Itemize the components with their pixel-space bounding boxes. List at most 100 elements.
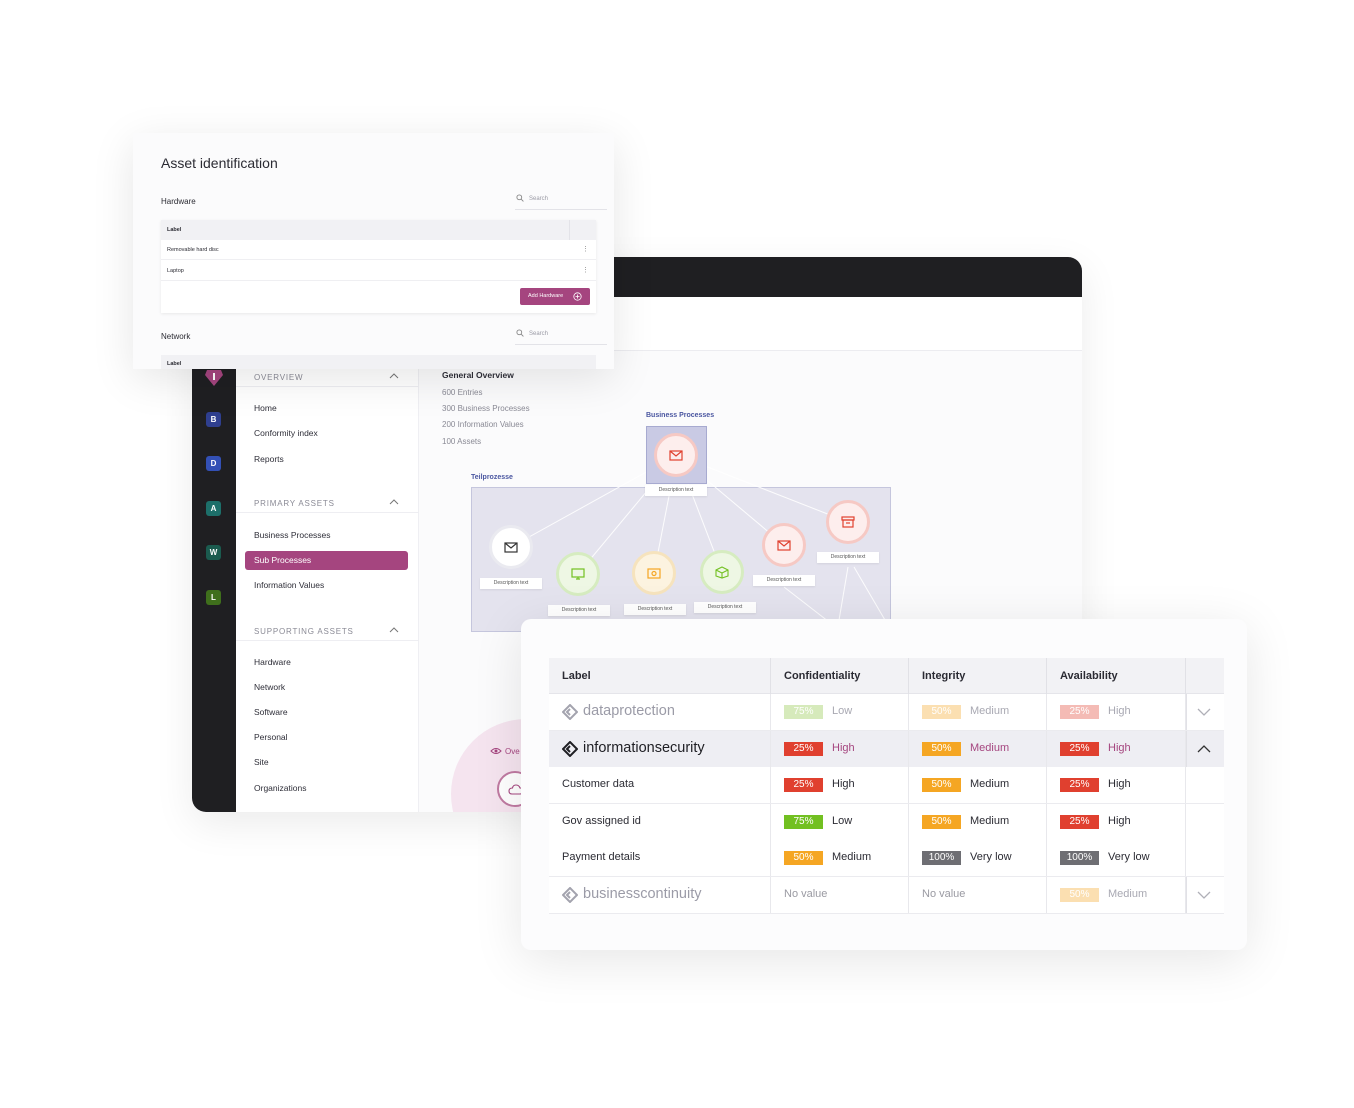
archive-icon <box>841 516 855 528</box>
group-row-dataprotection[interactable]: dataprotection 75% Low 50% Medium 25% High <box>549 694 1224 731</box>
rail-button-w[interactable]: W <box>206 545 221 560</box>
rating-cell: 100% Very low <box>1047 840 1186 877</box>
more-options-icon[interactable]: ⋮ <box>582 245 589 253</box>
node-description: Description text <box>645 485 707 496</box>
rating-level: Medium <box>970 741 1010 754</box>
rating-badge: 25% <box>1060 741 1099 756</box>
table-row[interactable]: Gov assigned id 75% Low 50% Medium 25% High <box>549 803 1224 841</box>
row-label-cell: Gov assigned id <box>549 803 771 840</box>
rating-level: Very low <box>970 851 1012 864</box>
row-label: Laptop <box>167 268 184 274</box>
row-label: Payment details <box>562 851 641 864</box>
hardware-table-header: Label <box>161 220 596 240</box>
group-row-informationsecurity[interactable]: informationsecurity 25% High 50% Medium 25% Hi… <box>549 730 1224 768</box>
chevron-down-icon[interactable] <box>1197 889 1211 901</box>
rating-badge: 50% <box>922 705 961 719</box>
rating-cell: 100% Very low <box>909 840 1047 877</box>
group-label-cell: dataprotection <box>549 694 771 730</box>
asset-identification-card: Asset identification Hardware Search Lab… <box>133 133 614 369</box>
rating-level: Low <box>832 814 853 827</box>
rail-button-b[interactable]: B <box>206 412 221 427</box>
row-label-cell: Payment details <box>549 840 771 877</box>
rail-button-l[interactable]: L <box>206 590 221 605</box>
category-diamond-icon <box>562 887 578 903</box>
add-hardware-label: Add Hardware <box>528 293 564 299</box>
subprocess-node-5[interactable] <box>762 523 806 567</box>
rating-cell: 25% High <box>1047 730 1186 767</box>
node-description: Description text <box>548 605 610 616</box>
rating-badge: 25% <box>1060 814 1099 829</box>
rating-cell: 25% High <box>771 767 909 804</box>
subprocess-node-1[interactable] <box>489 525 533 569</box>
business-process-node[interactable] <box>654 433 698 477</box>
rating-badge: 25% <box>1060 778 1099 793</box>
rating-badge: 100% <box>922 851 961 866</box>
rating-badge: 50% <box>922 778 961 793</box>
group-row-businesscontinuity[interactable]: businesscontinuity No value No value 50% Med… <box>549 877 1224 914</box>
row-label: Removable hard disc <box>167 247 219 253</box>
row-label: Gov assigned id <box>562 814 641 827</box>
more-options-icon[interactable]: ⋮ <box>582 266 589 274</box>
table-row[interactable]: Customer data 25% High 50% Medium 25% High <box>549 767 1224 805</box>
box-icon <box>715 565 729 579</box>
rating-level: High <box>1108 705 1131 717</box>
cia-rating-card: Label Confidentiality Integrity Availabi… <box>521 619 1247 950</box>
rating-cell: 25% High <box>1047 694 1186 730</box>
rating-level: Medium <box>832 851 872 864</box>
asset-card-title: Asset identification <box>161 155 278 171</box>
rating-level: High <box>1108 778 1131 791</box>
mail-icon <box>504 541 518 553</box>
money-icon <box>647 567 661 579</box>
rail-button-a[interactable]: A <box>206 501 221 516</box>
chevron-up-icon[interactable] <box>1197 743 1211 755</box>
table-row[interactable]: Laptop ⋮ <box>161 261 596 281</box>
overview-bubble-label[interactable]: Ove <box>505 747 520 756</box>
column-header-confidentiality: Confidentiality <box>771 658 909 694</box>
no-value-text: No value <box>922 888 966 900</box>
group-label-cell: informationsecurity <box>549 730 771 767</box>
network-table-header: Label <box>161 355 596 369</box>
table-row[interactable]: Payment details 50% Medium 100% Very low 100%… <box>549 840 1224 878</box>
group-label-cell: businesscontinuity <box>549 877 771 913</box>
rating-badge: 75% <box>784 814 823 829</box>
rating-badge: 25% <box>784 741 823 756</box>
rating-cell: 75% Low <box>771 803 909 840</box>
table-row[interactable]: Removable hard disc ⋮ <box>161 240 596 260</box>
subprocess-node-6[interactable] <box>826 500 870 544</box>
group-name: informationsecurity <box>583 739 705 756</box>
column-header-label: Label <box>167 227 182 233</box>
hardware-search-input[interactable]: Search <box>515 192 607 210</box>
rating-level: Very low <box>1108 851 1150 864</box>
subprocess-node-3[interactable] <box>632 551 676 595</box>
subprocess-node-2[interactable] <box>556 552 600 596</box>
rating-cell: No value <box>771 877 909 913</box>
node-description: Description text <box>624 604 686 615</box>
column-header-availability: Availability <box>1047 658 1186 694</box>
rating-cell: 50% Medium <box>771 840 909 877</box>
rating-badge: 50% <box>784 851 823 866</box>
node-description: Description text <box>694 602 756 613</box>
column-header-integrity: Integrity <box>909 658 1047 694</box>
rating-level: Medium <box>1108 888 1148 900</box>
subprocess-node-4[interactable] <box>700 550 744 594</box>
rating-badge: 75% <box>784 705 823 719</box>
eye-icon <box>490 748 502 754</box>
column-header-label: Label <box>549 658 771 694</box>
network-section-title: Network <box>161 332 191 341</box>
network-search-input[interactable]: Search <box>515 327 607 345</box>
chevron-down-icon[interactable] <box>1197 706 1211 718</box>
rating-cell: 75% Low <box>771 694 909 730</box>
hardware-section-title: Hardware <box>161 197 196 206</box>
add-hardware-button[interactable]: Add Hardware <box>520 288 590 305</box>
rating-cell: 50% Medium <box>909 694 1047 730</box>
rating-cell: 25% High <box>1047 803 1186 840</box>
rating-level: High <box>1108 741 1131 754</box>
category-diamond-icon <box>562 704 578 720</box>
rating-level: High <box>832 778 855 791</box>
mail-icon <box>777 539 791 551</box>
rail-button-d[interactable]: D <box>206 456 221 471</box>
group-name: businesscontinuity <box>583 886 702 902</box>
rating-cell: 50% Medium <box>909 767 1047 804</box>
node-description: Description text <box>753 575 815 586</box>
rating-badge: 50% <box>1060 888 1099 902</box>
